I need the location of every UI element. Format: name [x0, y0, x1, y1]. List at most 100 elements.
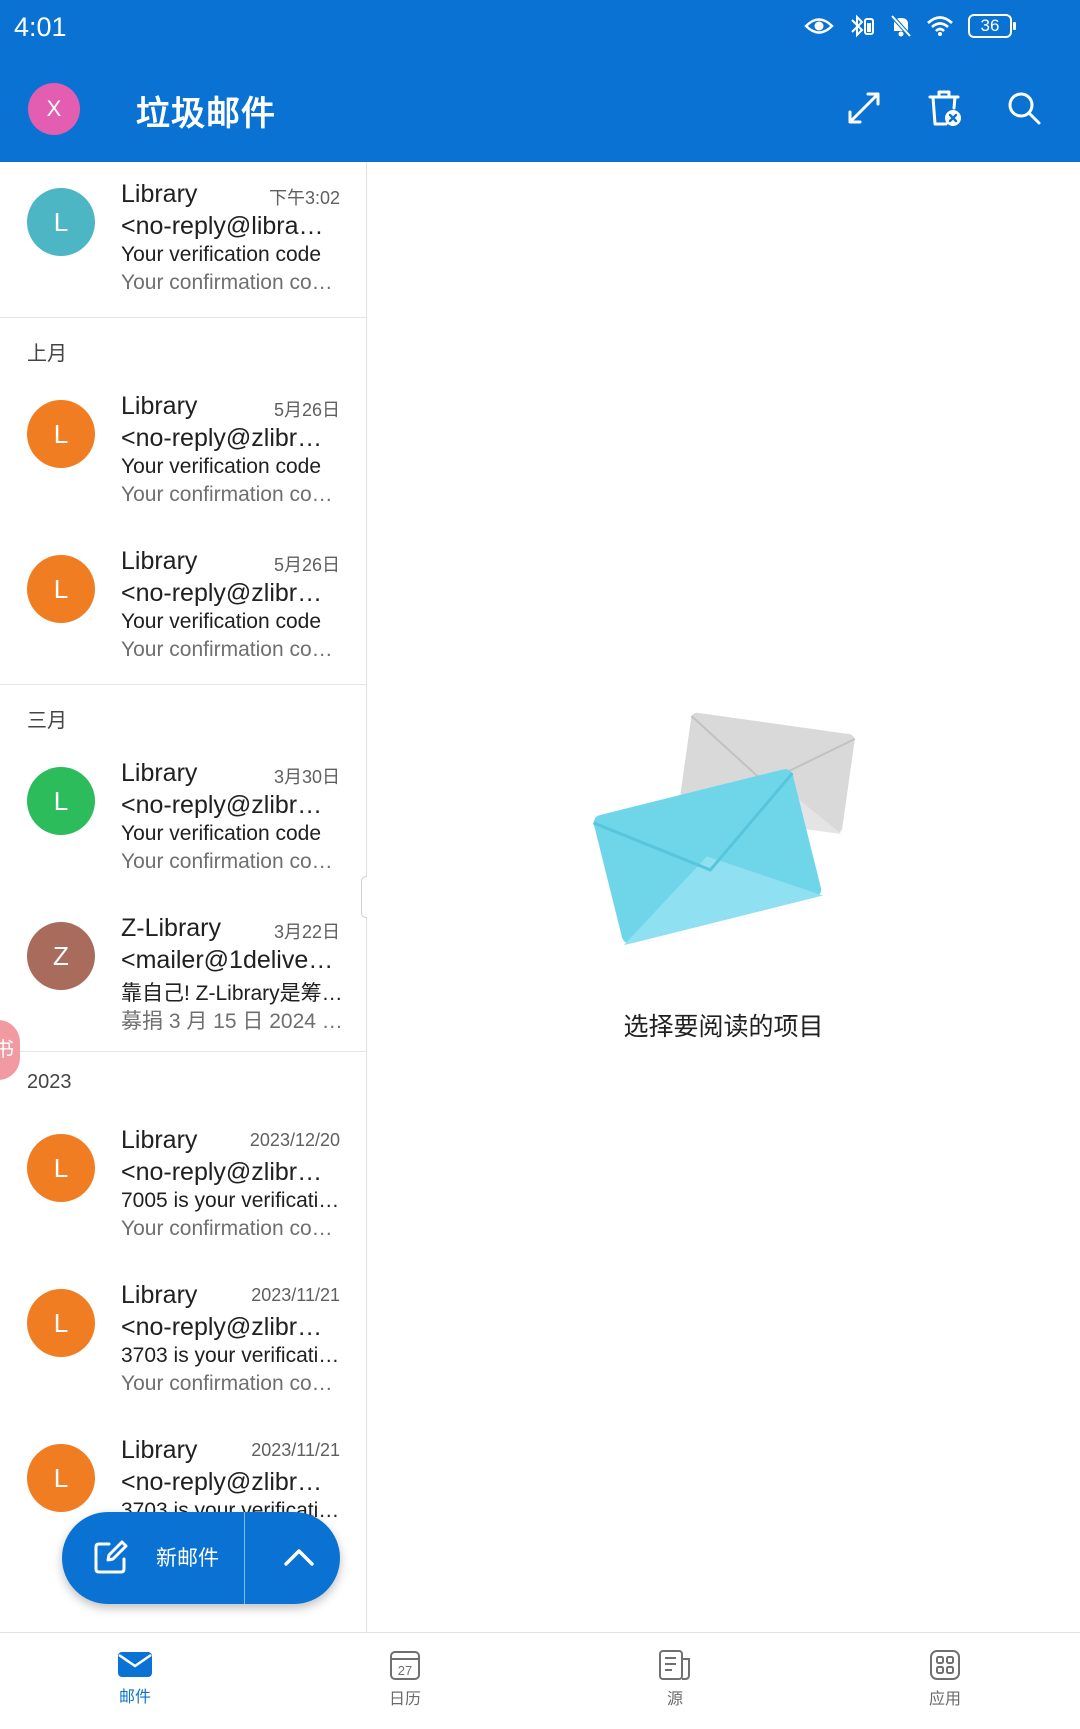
- mail-sender: Library: [121, 759, 198, 787]
- sender-avatar: L: [27, 400, 95, 468]
- mail-date: 2023/11/21: [251, 1440, 340, 1460]
- status-time: 4:01: [14, 12, 67, 42]
- section-divider: [0, 317, 366, 318]
- mail-subject: 3703 is your verificati…: [121, 1344, 340, 1367]
- nav-calendar[interactable]: 27 日历: [345, 1633, 465, 1729]
- mail-address: <no-reply@zlibr…: [121, 1468, 323, 1496]
- section-header-last-month: 上月: [27, 343, 67, 365]
- mail-list-item[interactable]: L Library 5月26日 <no-reply@zlibr… Your ve…: [0, 374, 366, 529]
- mail-list-item[interactable]: L Library 2023/11/21 <no-reply@zlibr… 37…: [0, 1263, 366, 1418]
- eye-comfort-icon: [804, 15, 834, 37]
- mail-date: 下午3:02: [268, 188, 340, 208]
- mail-subject: 靠自己! Z-Library是筹…: [121, 982, 343, 1005]
- trash-clear-icon: [928, 90, 961, 126]
- envelopes-illustration: [592, 712, 856, 946]
- mail-date: 2023/11/21: [251, 1285, 340, 1305]
- mail-list-item[interactable]: Z Z-Library 3月22日 <mailer@1delive… 靠自己! …: [0, 896, 366, 1051]
- mail-preview: Your confirmation co…: [121, 1217, 333, 1240]
- mail-date: 5月26日: [273, 555, 340, 575]
- nav-apps[interactable]: 应用: [885, 1633, 1005, 1729]
- compose-icon: [94, 1540, 128, 1574]
- mail-sender: Z-Library: [121, 914, 222, 942]
- fab-expand-button[interactable]: [258, 1512, 340, 1604]
- expand-icon: [848, 92, 880, 124]
- sender-avatar: L: [27, 1444, 95, 1512]
- nav-feed-label: 源: [666, 1691, 683, 1708]
- nav-mail[interactable]: 邮件: [75, 1633, 195, 1729]
- mail-sender: Library: [121, 180, 198, 208]
- mail-subject: Your verification code: [121, 822, 322, 845]
- sender-avatar: L: [27, 1134, 95, 1202]
- sender-avatar: L: [27, 767, 95, 835]
- search-icon: [1008, 92, 1041, 125]
- section-divider: [0, 1051, 366, 1052]
- mail-preview: Your confirmation co…: [121, 638, 333, 661]
- sender-avatar: Z: [27, 922, 95, 990]
- calendar-icon: 27: [390, 1651, 420, 1680]
- section-header-2023: 2023: [27, 1071, 72, 1093]
- sender-avatar: L: [27, 1289, 95, 1357]
- mail-address: <no-reply@zlibr…: [121, 1158, 323, 1186]
- app-bar: X 垃圾邮件: [0, 56, 1080, 162]
- status-bar: 4:01 36: [0, 0, 1080, 56]
- nav-apps-label: 应用: [928, 1691, 961, 1708]
- mail-subject: Your verification code: [121, 610, 322, 633]
- mail-list-item[interactable]: L Library 5月26日 <no-reply@zlibr… Your ve…: [0, 529, 366, 684]
- empty-reading-message: 选择要阅读的项目: [623, 1013, 824, 1041]
- empty-junk-button[interactable]: [922, 86, 966, 130]
- mail-preview: Your confirmation co…: [121, 850, 333, 873]
- section-header-march: 三月: [27, 710, 67, 732]
- reading-pane: 选择要阅读的项目: [367, 162, 1080, 1632]
- mail-sender: Library: [121, 547, 198, 575]
- sender-avatar: L: [27, 555, 95, 623]
- nav-mail-label: 邮件: [118, 1689, 151, 1706]
- mail-address: <no-reply@zlibr…: [121, 424, 323, 452]
- mail-address: <no-reply@zlibr…: [121, 791, 323, 819]
- mute-icon: [890, 14, 912, 38]
- mail-address: <no-reply@zlibr…: [121, 579, 323, 607]
- mail-address: <no-reply@zlibr…: [121, 1313, 323, 1341]
- mail-preview: Your confirmation co…: [121, 271, 333, 294]
- battery-indicator: 36: [968, 14, 1016, 38]
- feed-icon: [659, 1650, 690, 1680]
- account-avatar[interactable]: X: [28, 83, 80, 135]
- mail-subject: 7005 is your verificati…: [121, 1189, 340, 1212]
- mail-sender: Library: [121, 1126, 198, 1154]
- mail-list[interactable]: L Library 下午3:02 <no-reply@libra… Your v…: [0, 162, 367, 1632]
- mail-date: 5月26日: [273, 400, 340, 420]
- status-icons: 36: [804, 14, 1016, 38]
- sender-avatar: L: [27, 188, 95, 256]
- expand-button[interactable]: [842, 86, 886, 130]
- mail-sender: Library: [121, 1281, 198, 1309]
- app-header: 4:01 36 X 垃圾邮件: [0, 0, 1080, 162]
- mail-date: 3月30日: [273, 767, 340, 787]
- mail-preview: 募捐 3 月 15 日 2024 …: [121, 1010, 343, 1033]
- mail-address: <no-reply@libra…: [121, 212, 324, 240]
- mail-date: 3月22日: [273, 922, 340, 942]
- mail-sender: Library: [121, 1436, 198, 1464]
- nav-feed[interactable]: 源: [615, 1633, 735, 1729]
- wifi-icon: [926, 15, 954, 37]
- mail-date: 2023/12/20: [249, 1130, 340, 1150]
- mail-list-item[interactable]: L Library 下午3:02 <no-reply@libra… Your v…: [0, 162, 366, 317]
- fab-divider: [244, 1512, 245, 1604]
- mail-subject: Your verification code: [121, 455, 322, 478]
- chevron-up-icon: [284, 1549, 314, 1566]
- apps-grid-icon: [930, 1650, 960, 1680]
- mail-list-item[interactable]: L Library 2023/12/20 <no-reply@zlibr… 70…: [0, 1108, 366, 1263]
- bottom-navigation: 邮件 27 日历 源 应用: [0, 1632, 1080, 1729]
- mail-preview: Your confirmation co…: [121, 483, 333, 506]
- mail-subject: Your verification code: [121, 243, 322, 266]
- new-mail-label: 新邮件: [156, 1547, 219, 1570]
- calendar-day-number: 27: [398, 1663, 412, 1678]
- bluetooth-icon: [848, 14, 876, 38]
- new-mail-fab[interactable]: 新邮件: [62, 1512, 340, 1604]
- section-divider: [0, 684, 366, 685]
- mail-preview: Your confirmation co…: [121, 1372, 333, 1395]
- mail-list-item[interactable]: L Library 3月30日 <no-reply@zlibr… Your ve…: [0, 741, 366, 896]
- mail-sender: Library: [121, 392, 198, 420]
- page-title: 垃圾邮件: [136, 95, 276, 133]
- nav-calendar-label: 日历: [388, 1691, 421, 1708]
- mail-icon: [118, 1652, 152, 1677]
- search-button[interactable]: [1002, 86, 1046, 130]
